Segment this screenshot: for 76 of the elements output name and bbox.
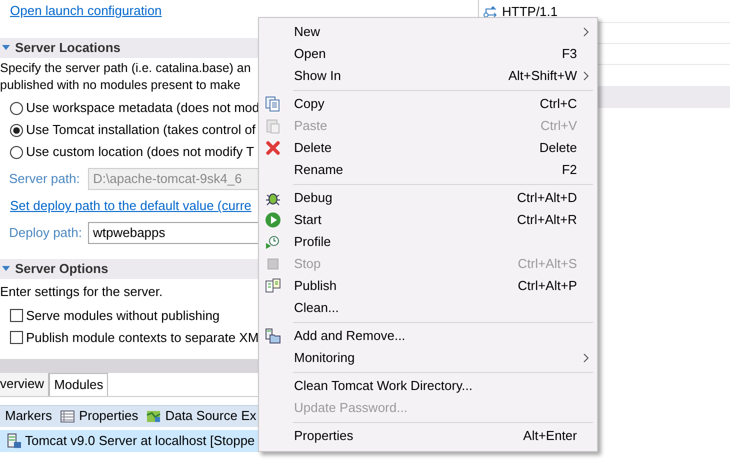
menu-item[interactable]: Delete Delete [259, 137, 597, 159]
menu-item[interactable]: Publish Ctrl+Alt+P [259, 275, 597, 297]
checkbox[interactable] [10, 309, 23, 322]
section-title: Server Options [15, 260, 108, 278]
copy-icon [265, 96, 281, 112]
menu-label: Copy [294, 95, 324, 114]
menu-item[interactable]: New [259, 21, 597, 43]
section-title: Server Locations [15, 39, 120, 58]
menu-item[interactable]: Clean... [259, 297, 597, 319]
checkbox-label: Publish module contexts to separate XM [26, 328, 259, 347]
shortcut-label: Delete [539, 139, 577, 158]
map-icon [146, 408, 162, 424]
connector-icon [483, 6, 498, 18]
field-label: Deploy path: [8, 224, 83, 242]
radio-button[interactable] [10, 124, 23, 136]
checkbox[interactable] [10, 331, 23, 344]
delete-icon [265, 140, 281, 156]
launch-configuration-link[interactable]: Open launch configuration [10, 1, 162, 21]
menu-label: Publish [294, 277, 337, 296]
menu-label: Monitoring [294, 349, 355, 368]
editor-tab[interactable]: verview [0, 372, 50, 396]
view-tab[interactable]: Markers [5, 406, 52, 426]
shortcut-label: F2 [562, 161, 577, 180]
radio-label: Use custom location (does not modify T [26, 143, 254, 162]
editor-tab[interactable]: Modules [49, 372, 108, 396]
shortcut-label: Ctrl+Alt+D [517, 189, 577, 208]
menu-label: Show In [294, 67, 341, 86]
table-cell-text: HTTP/1.1 [502, 3, 558, 22]
play-icon [265, 212, 281, 228]
table-icon [60, 408, 75, 424]
shortcut-label: Ctrl+Alt+S [518, 255, 577, 274]
server-icon [6, 433, 21, 448]
field-label: Server path: [8, 170, 81, 188]
publish-icon [265, 278, 281, 294]
stop-icon [265, 256, 281, 272]
clipboard-icon [265, 118, 281, 134]
shortcut-label: Alt+Shift+W [508, 67, 577, 86]
menu-item[interactable]: Debug Ctrl+Alt+D [259, 187, 597, 209]
menu-item[interactable]: Show In Alt+Shift+W [259, 65, 597, 87]
menu-item[interactable]: Copy Ctrl+C [259, 93, 597, 115]
radio-label: Use Tomcat installation (takes control of [26, 121, 256, 140]
menu-item[interactable]: Monitoring [259, 347, 597, 369]
section-description: Enter settings for the server. [0, 284, 163, 299]
checkbox-label: Serve modules without publishing [26, 306, 220, 325]
shortcut-label: Ctrl+C [540, 95, 577, 114]
menu-label: Profile [294, 233, 331, 252]
menu-label: Start [294, 211, 322, 230]
menu-label: Paste [294, 117, 328, 136]
section-description: Specify the server path (i.e. catalina.base) an [0, 61, 251, 75]
section-description: published with no modules present to make [0, 78, 240, 92]
menu-label: Stop [294, 255, 321, 274]
menu-label: Update Password... [294, 399, 408, 418]
shortcut-label: Ctrl+Alt+P [518, 277, 577, 296]
stopwatch-arrow-icon [265, 234, 281, 250]
view-tab[interactable]: Data Source Ex [165, 406, 256, 426]
shortcut-label: Alt+Enter [523, 427, 577, 446]
menu-label: Delete [294, 139, 332, 158]
menu-item[interactable]: Clean Tomcat Work Directory... [259, 375, 597, 397]
menu-label: Add and Remove... [294, 327, 406, 346]
menu-label: New [294, 23, 320, 42]
menu-item[interactable]: Open F3 [259, 43, 597, 65]
menu-label: Clean... [294, 299, 339, 318]
shortcut-label: Ctrl+Alt+R [517, 211, 577, 230]
menu-label: Rename [294, 161, 344, 180]
radio-button[interactable] [10, 146, 23, 158]
server-folder-icon [265, 328, 281, 344]
menu-label: Open [294, 45, 326, 64]
menu-label: Debug [294, 189, 332, 208]
deploy-path-link[interactable]: Set deploy path to the default value (curre [10, 196, 252, 216]
radio-button[interactable] [10, 102, 23, 114]
menu-label: Properties [294, 427, 354, 446]
shortcut-label: F3 [562, 45, 577, 64]
shortcut-label: Ctrl+V [540, 117, 577, 136]
menu-item[interactable]: Add and Remove... [259, 325, 597, 347]
view-tab[interactable]: Properties [78, 406, 138, 426]
menu-label: Clean Tomcat Work Directory... [294, 377, 472, 396]
